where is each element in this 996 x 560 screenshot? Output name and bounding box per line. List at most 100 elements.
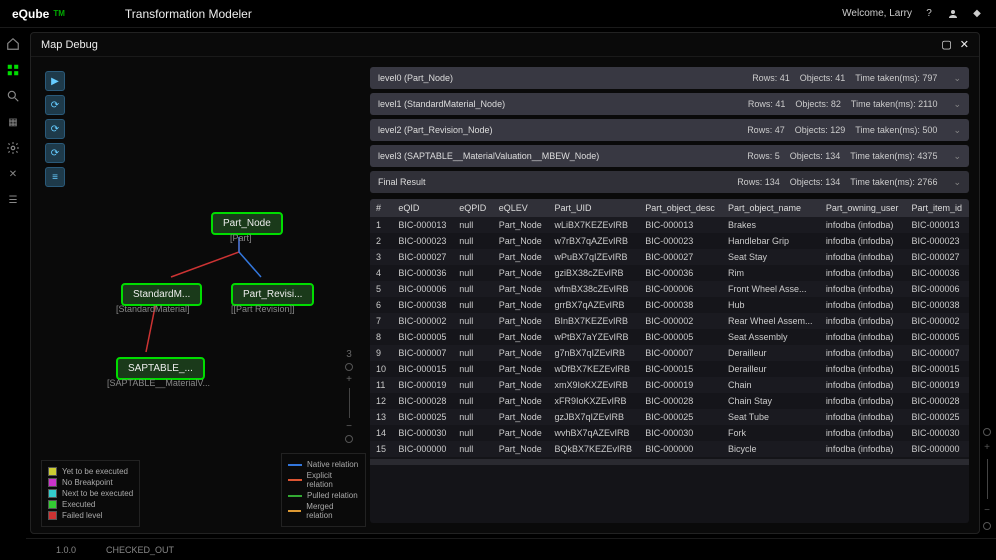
loop-button[interactable]: ⟳ <box>45 143 65 163</box>
table-row[interactable]: 12BIC-000028nullPart_NodexFR9IoKXZEvIRBB… <box>370 393 969 409</box>
table-row[interactable]: 13BIC-000025nullPart_NodegzJBX7qIZEvIRBB… <box>370 409 969 425</box>
node-part[interactable]: Part_Node <box>211 212 283 235</box>
node-standardmaterial[interactable]: StandardM... <box>121 283 202 306</box>
table-cell: BIC-000002 <box>906 313 969 329</box>
table-cell: null <box>453 281 493 297</box>
table-cell: Bicycle <box>722 441 820 457</box>
legend-item: Failed level <box>48 511 133 520</box>
table-row[interactable]: 7BIC-000002nullPart_NodeBInBX7KEZEvIRBBI… <box>370 313 969 329</box>
panel-header: Map Debug ▢ ✕ <box>31 33 979 57</box>
table-cell: 14 <box>370 425 392 441</box>
table-row[interactable]: 14BIC-000030nullPart_NodewvhBX7qAZEvIRBB… <box>370 425 969 441</box>
table-cell: BIC-000027 <box>639 249 722 265</box>
table-cell: BIC-000030 <box>906 425 969 441</box>
brand-sub: TM <box>53 9 65 18</box>
layers-icon[interactable]: ▦ <box>5 114 21 130</box>
table-cell: infodba (infodba) <box>820 281 906 297</box>
column-header[interactable]: Part_owning_user <box>820 199 906 217</box>
node-partrevision[interactable]: Part_Revisi... <box>231 283 314 306</box>
table-cell: BIC-000002 <box>392 313 453 329</box>
level-bar[interactable]: level2 (Part_Revision_Node)Rows: 47Objec… <box>370 119 969 141</box>
table-cell: 5 <box>370 281 392 297</box>
node-saptable[interactable]: SAPTABLE_... <box>116 357 205 380</box>
column-header[interactable]: Part_UID <box>549 199 640 217</box>
table-cell: null <box>453 217 493 233</box>
table-cell: Front Wheel Asse... <box>722 281 820 297</box>
results-table-wrap: #eQIDeQPIDeQLEVPart_UIDPart_object_descP… <box>370 199 969 523</box>
table-cell: infodba (infodba) <box>820 249 906 265</box>
table-cell: Part_Node <box>493 249 549 265</box>
legend-item: Yet to be executed <box>48 467 133 476</box>
column-header[interactable]: # <box>370 199 392 217</box>
table-row[interactable]: 15BIC-000000nullPart_NodeBQkBX7KEZEvIRBB… <box>370 441 969 457</box>
play-button[interactable]: ▶ <box>45 71 65 91</box>
list-icon[interactable]: ☰ <box>5 192 21 208</box>
table-row[interactable]: 3BIC-000027nullPart_NodewPuBX7qIZEvIRBBI… <box>370 249 969 265</box>
table-cell: Part_Node <box>493 441 549 457</box>
table-row[interactable]: 8BIC-000005nullPart_NodewPtBX7aYZEvIRBBI… <box>370 329 969 345</box>
tools-icon[interactable]: ✕ <box>5 166 21 182</box>
column-header[interactable]: eQID <box>392 199 453 217</box>
table-cell: Part_Node <box>493 425 549 441</box>
close-icon[interactable]: ✕ <box>960 38 969 51</box>
help-icon[interactable]: ? <box>922 7 936 21</box>
level-name: level2 (Part_Revision_Node) <box>378 125 493 135</box>
final-result-bar[interactable]: Final ResultRows: 134Objects: 134Time ta… <box>370 171 969 193</box>
footer: 1.0.0 CHECKED_OUT <box>26 538 996 560</box>
table-cell: BInBX7KEZEvIRB <box>549 313 640 329</box>
home-icon[interactable] <box>5 36 21 52</box>
table-cell: Part_Node <box>493 393 549 409</box>
table-row[interactable]: 10BIC-000015nullPart_NodewDfBX7KEZEvIRBB… <box>370 361 969 377</box>
table-cell: wPuBX7qIZEvIRB <box>549 249 640 265</box>
table-cell: 1 <box>370 217 392 233</box>
table-cell: Part_Node <box>493 361 549 377</box>
menu-button[interactable]: ≡ <box>45 167 65 187</box>
table-row[interactable]: 6BIC-000038nullPart_NodegrrBX7qAZEvIRBBI… <box>370 297 969 313</box>
table-row[interactable]: 2BIC-000023nullPart_Nodew7rBX7qAZEvIRBBI… <box>370 233 969 249</box>
zoom-control[interactable]: 3 + − <box>342 349 356 443</box>
table-cell: Derailleur <box>722 345 820 361</box>
column-header[interactable]: Part_item_id <box>906 199 969 217</box>
column-header[interactable]: eQPID <box>453 199 493 217</box>
level-name: level3 (SAPTABLE__MaterialValuation__MBE… <box>378 151 599 161</box>
column-header[interactable]: Part_object_desc <box>639 199 722 217</box>
table-cell: null <box>453 441 493 457</box>
maximize-icon[interactable]: ▢ <box>941 38 951 51</box>
level-time: Time taken(ms): 4375 <box>850 151 937 161</box>
settings-diamond-icon[interactable]: ◆ <box>970 7 984 21</box>
table-cell: infodba (infodba) <box>820 313 906 329</box>
table-cell: BIC-000002 <box>639 313 722 329</box>
table-cell: wDfBX7KEZEvIRB <box>549 361 640 377</box>
level-rows: Rows: 41 <box>752 73 790 83</box>
level-bar[interactable]: level0 (Part_Node)Rows: 41Objects: 41Tim… <box>370 67 969 89</box>
table-cell: 10 <box>370 361 392 377</box>
final-objects: Objects: 134 <box>790 177 841 187</box>
refresh-button[interactable]: ⟳ <box>45 95 65 115</box>
gear-icon[interactable] <box>5 140 21 156</box>
right-slider[interactable]: + − <box>982 46 992 530</box>
user-icon[interactable] <box>946 7 960 21</box>
node-partrevision-sub: [[Part Revision]] <box>231 304 295 314</box>
table-row[interactable]: 9BIC-000007nullPart_Nodeg7nBX7qIZEvIRBBI… <box>370 345 969 361</box>
column-header[interactable]: eQLEV <box>493 199 549 217</box>
table-row[interactable]: 5BIC-000006nullPart_NodewfmBX38cZEvIRBBI… <box>370 281 969 297</box>
table-row[interactable]: 1BIC-000013nullPart_NodewLiBX7KEZEvIRBBI… <box>370 217 969 233</box>
grid-icon[interactable] <box>5 62 21 78</box>
column-header[interactable]: Part_object_name <box>722 199 820 217</box>
map-debug-panel: Map Debug ▢ ✕ ▶ ⟳ ⟳ ⟳ ≡ Part_Node [Part <box>30 32 980 534</box>
table-cell: Chain Stay <box>722 393 820 409</box>
step-button[interactable]: ⟳ <box>45 119 65 139</box>
search-icon[interactable] <box>5 88 21 104</box>
chevron-down-icon: ⌄ <box>953 177 961 188</box>
table-cell: BIC-000015 <box>639 361 722 377</box>
level-bar[interactable]: level1 (StandardMaterial_Node)Rows: 41Ob… <box>370 93 969 115</box>
legend-item: Pulled relation <box>288 491 359 500</box>
table-cell: Derailleur <box>722 361 820 377</box>
table-cell: BIC-000013 <box>639 217 722 233</box>
table-row[interactable]: 4BIC-000036nullPart_NodegziBX38cZEvIRBBI… <box>370 265 969 281</box>
table-cell: BIC-000036 <box>392 265 453 281</box>
horizontal-scrollbar[interactable] <box>370 459 969 465</box>
level-bar[interactable]: level3 (SAPTABLE__MaterialValuation__MBE… <box>370 145 969 167</box>
table-row[interactable]: 11BIC-000019nullPart_NodexmX9IoKXZEvIRBB… <box>370 377 969 393</box>
table-cell: 6 <box>370 297 392 313</box>
